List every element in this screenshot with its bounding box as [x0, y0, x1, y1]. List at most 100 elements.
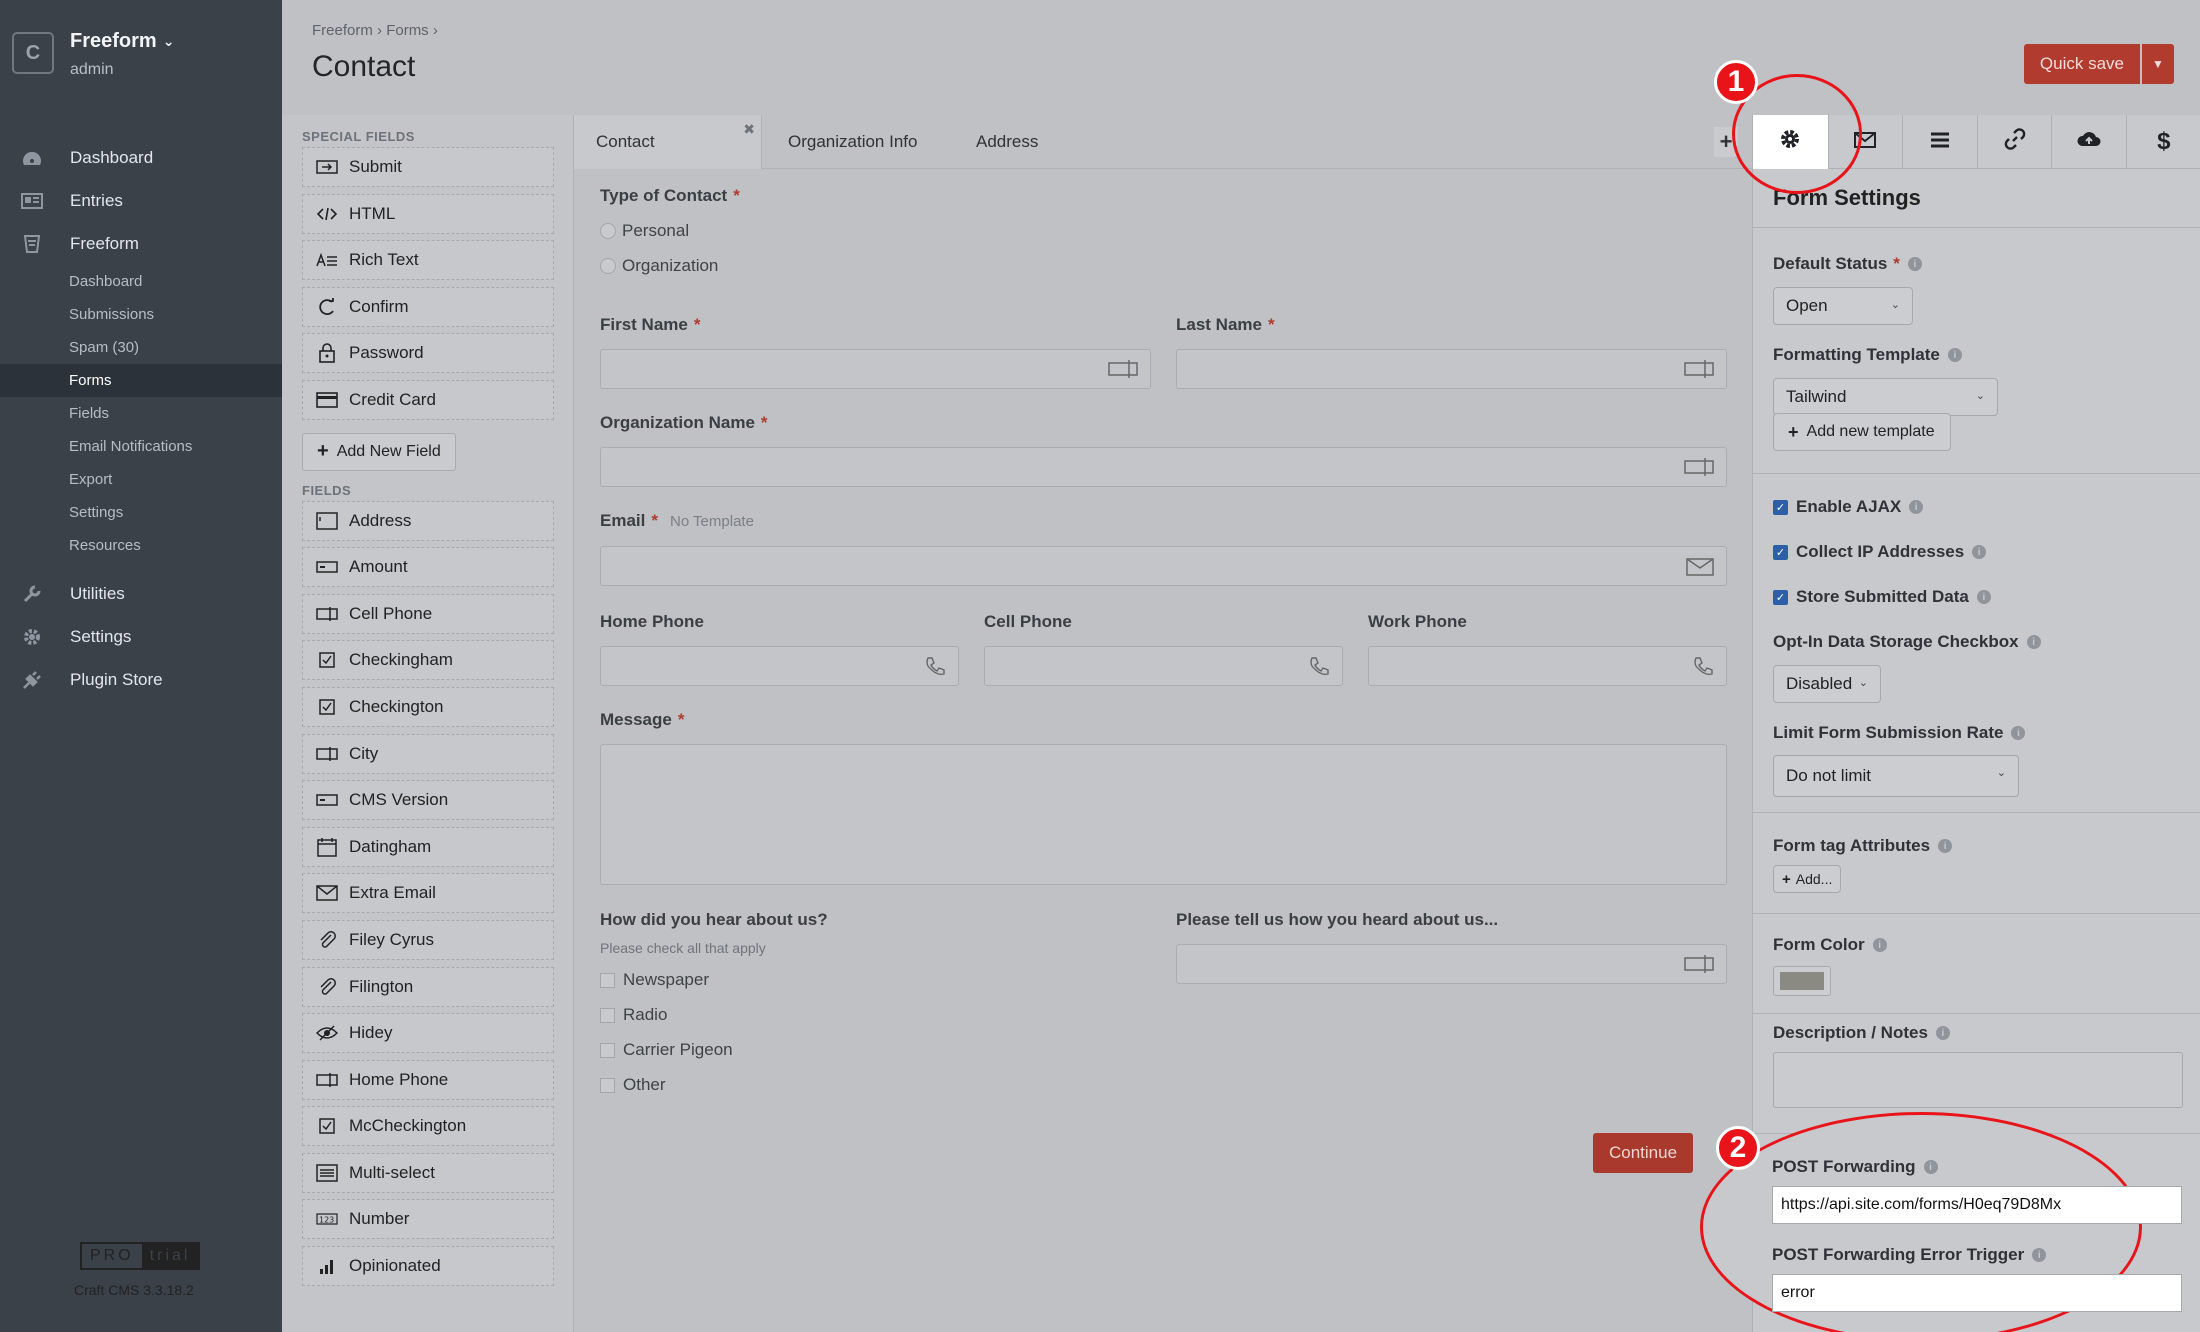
field-rich-text[interactable]: Rich Text [302, 240, 554, 281]
radio-organization[interactable]: Organization [600, 256, 718, 276]
tell-us-input[interactable] [1176, 944, 1727, 984]
info-icon[interactable]: i [1947, 348, 1962, 362]
cell-phone-input[interactable] [984, 646, 1343, 686]
field-multi-select[interactable]: Multi-select [302, 1152, 554, 1193]
field-hidey[interactable]: Hidey [302, 1013, 554, 1054]
tab-organization-info[interactable]: Organization Info [788, 115, 917, 169]
formatting-template-select[interactable]: Tailwind ⌄ [1773, 378, 1998, 416]
breadcrumb-freeform[interactable]: Freeform [312, 22, 373, 39]
subnav-dashboard[interactable]: Dashboard [0, 265, 282, 298]
tab-integrations[interactable] [1976, 115, 2052, 169]
info-icon[interactable]: i [1909, 500, 1924, 514]
field-html[interactable]: HTML [302, 193, 554, 234]
radio-button[interactable] [600, 223, 616, 239]
subnav-submissions[interactable]: Submissions [0, 298, 282, 331]
nav-utilities[interactable]: Utilities [0, 572, 282, 615]
info-icon[interactable]: i [1972, 545, 1987, 559]
nav-dashboard[interactable]: Dashboard [0, 136, 282, 179]
nav-plugin-store[interactable]: Plugin Store [0, 658, 282, 701]
home-phone-input[interactable] [600, 646, 959, 686]
store-data-checkbox[interactable]: ✓ Store Submitted Data i [1773, 587, 1991, 607]
optin-select[interactable]: Disabled ⌄ [1773, 665, 1881, 703]
breadcrumb-forms[interactable]: Forms [386, 22, 429, 39]
subnav-resources[interactable]: Resources [0, 529, 282, 562]
field-extra-email[interactable]: Extra Email [302, 873, 554, 914]
nav-settings[interactable]: Settings [0, 615, 282, 658]
form-color-swatch[interactable] [1773, 966, 1831, 996]
info-icon[interactable]: i [1923, 1160, 1938, 1174]
default-status-select[interactable]: Open ⌄ [1773, 287, 1913, 325]
field-filington[interactable]: Filington [302, 966, 554, 1007]
first-name-input[interactable] [600, 349, 1151, 389]
save-options-button[interactable]: ▼ [2142, 44, 2174, 84]
field-mccheckington[interactable]: McCheckington [302, 1106, 554, 1147]
info-icon[interactable]: i [1938, 839, 1953, 853]
continue-button[interactable]: Continue [1593, 1133, 1694, 1173]
checkbox[interactable] [600, 1007, 615, 1023]
limit-rate-select[interactable]: Do not limit ⌄ [1773, 755, 2019, 797]
post-forwarding-error-input[interactable]: error [1772, 1274, 2182, 1312]
checkmark-icon[interactable]: ✓ [1773, 589, 1788, 605]
field-checkingham[interactable]: Checkingham [302, 640, 554, 681]
tab-payments[interactable]: $ [2125, 115, 2200, 169]
checkbox[interactable] [600, 1042, 615, 1058]
edition-badge[interactable]: PRO trial [80, 1242, 201, 1270]
checkbox-radio[interactable]: Radio [600, 1005, 667, 1025]
field-confirm[interactable]: Confirm [302, 286, 554, 327]
last-name-input[interactable] [1176, 349, 1727, 389]
field-filey-cyrus[interactable]: Filey Cyrus [302, 919, 554, 960]
work-phone-input[interactable] [1368, 646, 1727, 686]
radio-personal[interactable]: Personal [600, 221, 689, 241]
tab-contact[interactable]: Contact ✖ [574, 115, 762, 169]
subnav-fields[interactable]: Fields [0, 397, 282, 430]
site-switcher[interactable]: C Freeform ⌄ admin [12, 30, 174, 79]
info-icon[interactable]: i [1935, 1026, 1950, 1040]
field-cms-version[interactable]: CMS Version [302, 780, 554, 821]
info-icon[interactable]: i [2026, 635, 2041, 649]
quick-save-button[interactable]: Quick save [2023, 44, 2140, 84]
subnav-export[interactable]: Export [0, 463, 282, 496]
field-credit-card[interactable]: Credit Card [302, 379, 554, 420]
field-number[interactable]: 123 Number [302, 1199, 554, 1240]
add-new-template-button[interactable]: + Add new template [1773, 413, 1951, 451]
checkbox-carrier-pigeon[interactable]: Carrier Pigeon [600, 1040, 733, 1060]
checkmark-icon[interactable]: ✓ [1773, 499, 1788, 515]
field-city[interactable]: City [302, 733, 554, 774]
collect-ip-checkbox[interactable]: ✓ Collect IP Addresses i [1773, 542, 1987, 562]
add-new-field-button[interactable]: + Add New Field [302, 432, 456, 471]
tab-crm[interactable] [2051, 115, 2126, 169]
checkbox-other[interactable]: Other [600, 1075, 666, 1095]
field-password[interactable]: Password [302, 333, 554, 374]
checkmark-icon[interactable]: ✓ [1773, 544, 1788, 560]
subnav-forms[interactable]: Forms [0, 364, 282, 397]
radio-button[interactable] [600, 258, 616, 274]
info-icon[interactable]: i [1907, 257, 1922, 271]
checkbox-newspaper[interactable]: Newspaper [600, 970, 709, 990]
field-amount[interactable]: Amount [302, 547, 554, 588]
field-opinionated[interactable]: Opinionated [302, 1246, 554, 1287]
close-icon[interactable]: ✖ [743, 121, 755, 138]
nav-freeform[interactable]: Freeform [0, 222, 282, 265]
subnav-spam[interactable]: Spam (30) [0, 331, 282, 364]
info-icon[interactable]: i [2032, 1248, 2047, 1262]
email-input[interactable] [600, 546, 1727, 586]
field-home-phone[interactable]: Home Phone [302, 1059, 554, 1100]
field-address[interactable]: Address [302, 500, 554, 541]
tab-rules[interactable] [1902, 115, 1977, 169]
description-notes-textarea[interactable] [1773, 1052, 2183, 1108]
field-datingham[interactable]: Datingham [302, 826, 554, 867]
tab-address[interactable]: Address [976, 115, 1038, 169]
checkbox[interactable] [600, 1077, 615, 1093]
subnav-email-notifications[interactable]: Email Notifications [0, 430, 282, 463]
info-icon[interactable]: i [2011, 726, 2026, 740]
organization-name-input[interactable] [600, 447, 1727, 487]
field-checkington[interactable]: Checkington [302, 686, 554, 727]
post-forwarding-input[interactable]: https://api.site.com/forms/H0eq79D8Mx [1772, 1186, 2182, 1224]
info-icon[interactable]: i [1976, 590, 1991, 604]
add-attribute-button[interactable]: + Add... [1773, 865, 1842, 893]
field-cell-phone[interactable]: Cell Phone [302, 593, 554, 634]
message-textarea[interactable] [600, 744, 1727, 885]
checkbox[interactable] [600, 972, 615, 988]
subnav-settings[interactable]: Settings [0, 496, 282, 529]
enable-ajax-checkbox[interactable]: ✓ Enable AJAX i [1773, 497, 1924, 517]
